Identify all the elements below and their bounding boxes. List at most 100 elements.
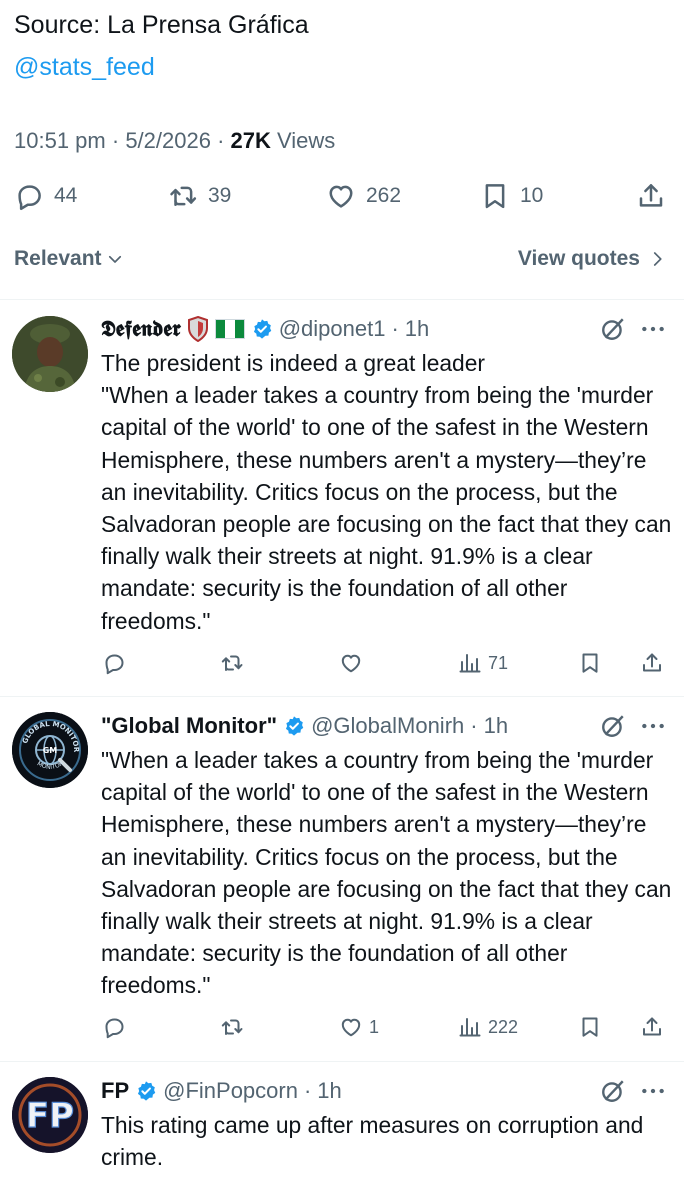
heart-icon xyxy=(341,1018,361,1037)
main-post: Source: La Prensa Gráfica @stats_feed 10… xyxy=(0,0,684,300)
author-name[interactable]: 𝕯𝖊𝖋𝖊𝖓𝖉𝖊𝖗 xyxy=(101,316,181,342)
verified-badge-icon xyxy=(138,1081,156,1101)
reply-action-bar: 1 222 xyxy=(0,1010,684,1044)
reply-icon xyxy=(105,654,124,675)
meta-separator: · xyxy=(217,128,225,153)
share-icon xyxy=(643,1017,661,1036)
reply-item[interactable]: FP FP @FinPopcorn · 1h This rating came … xyxy=(0,1062,684,1200)
reply-count: 44 xyxy=(54,184,78,207)
reply-button[interactable] xyxy=(102,1010,126,1044)
avatar-text-mid: GM xyxy=(43,746,58,755)
post-action-bar: 44 39 262 10 xyxy=(0,176,684,216)
more-options-icon[interactable] xyxy=(640,713,666,739)
share-icon xyxy=(643,653,661,672)
views-label: Views xyxy=(277,128,336,153)
author-name[interactable]: "Global Monitor" xyxy=(101,713,277,739)
like-count: 1 xyxy=(369,1016,380,1037)
sort-dropdown[interactable]: Relevant xyxy=(14,247,124,271)
reply-action-bar: 71 xyxy=(0,646,684,680)
reply-text: The president is indeed a great leader "… xyxy=(101,350,672,634)
like-button[interactable] xyxy=(339,646,369,680)
chevron-down-icon xyxy=(108,255,121,263)
author-handle[interactable]: @GlobalMonirh xyxy=(311,713,464,739)
heart-icon xyxy=(329,185,353,208)
view-quotes-link[interactable]: View quotes xyxy=(518,247,666,271)
share-button[interactable] xyxy=(640,646,664,680)
reply-filter-row: Relevant View quotes xyxy=(0,244,684,278)
views-button[interactable]: 71 xyxy=(458,646,508,680)
post-date[interactable]: 5/2/2026 xyxy=(125,128,211,153)
like-button[interactable]: 262 xyxy=(326,176,401,216)
reply-header: 𝕯𝖊𝖋𝖊𝖓𝖉𝖊𝖗 @diponet1 · 1h xyxy=(101,313,429,345)
view-quotes-label: View quotes xyxy=(517,247,640,270)
grok-icon[interactable] xyxy=(600,1078,626,1104)
analytics-icon xyxy=(459,1018,481,1037)
repost-button[interactable]: 39 xyxy=(168,176,231,216)
bookmark-button[interactable]: 10 xyxy=(480,176,543,216)
repost-count: 39 xyxy=(208,184,232,207)
bookmark-icon xyxy=(582,653,598,673)
repost-button[interactable] xyxy=(220,1010,244,1044)
header-separator: · xyxy=(391,316,399,341)
repost-button[interactable] xyxy=(220,646,244,680)
views-count: 222 xyxy=(488,1016,519,1037)
reply-button[interactable] xyxy=(102,646,126,680)
post-time[interactable]: 10:51 pm xyxy=(14,128,106,153)
fp-logo-icon: FP xyxy=(12,1077,88,1153)
views-count[interactable]: 27K xyxy=(231,128,271,153)
reply-text: "When a leader takes a country from bein… xyxy=(101,747,678,999)
meta-separator: · xyxy=(111,128,120,153)
bookmark-button[interactable] xyxy=(578,1010,602,1044)
bookmark-icon xyxy=(485,184,505,209)
share-icon xyxy=(639,184,663,207)
reply-text: This rating came up after measures on co… xyxy=(101,1112,650,1171)
repost-icon xyxy=(221,655,243,671)
reply-header: FP @FinPopcorn · 1h xyxy=(101,1075,342,1107)
like-button[interactable]: 1 xyxy=(339,1010,379,1044)
avatar-text: FP xyxy=(26,1096,74,1136)
author-handle[interactable]: @FinPopcorn xyxy=(163,1078,298,1104)
shield-emoji-icon xyxy=(187,316,208,342)
repost-icon xyxy=(221,1019,243,1035)
reply-time[interactable]: 1h xyxy=(317,1078,341,1104)
views-button[interactable]: 222 xyxy=(458,1010,518,1044)
source-text: Source: La Prensa Gráfica xyxy=(14,11,309,39)
sort-label: Relevant xyxy=(14,247,102,270)
globe-logo-icon: GLOBAL MONITOR GM MONITOR xyxy=(12,712,88,788)
avatar[interactable]: FP xyxy=(12,1077,88,1153)
author-handle[interactable]: @diponet1 xyxy=(279,316,386,342)
header-separator: · xyxy=(470,713,478,738)
nigeria-flag-icon xyxy=(214,319,245,339)
verified-badge-icon xyxy=(253,319,271,339)
reply-header: "Global Monitor" @GlobalMonirh · 1h xyxy=(101,710,508,742)
bookmark-icon xyxy=(582,1017,598,1037)
chevron-right-icon xyxy=(653,252,662,266)
heart-icon xyxy=(341,654,361,673)
reply-icon xyxy=(105,1018,124,1039)
repost-icon xyxy=(170,186,197,206)
soldier-avatar-icon xyxy=(12,316,88,392)
more-options-icon[interactable] xyxy=(640,316,666,342)
like-count: 262 xyxy=(366,184,402,207)
reply-item[interactable]: GLOBAL MONITOR GM MONITOR "Global Monito… xyxy=(0,697,684,1061)
share-button[interactable] xyxy=(636,176,666,216)
reply-time[interactable]: 1h xyxy=(484,713,508,739)
mention-link[interactable]: @stats_feed xyxy=(14,52,155,82)
bookmark-button[interactable] xyxy=(578,646,602,680)
more-options-icon[interactable] xyxy=(640,1078,666,1104)
author-name[interactable]: FP xyxy=(101,1078,129,1104)
avatar[interactable] xyxy=(12,316,88,392)
reply-item[interactable]: 𝕯𝖊𝖋𝖊𝖓𝖉𝖊𝖗 @diponet1 · 1h The president is… xyxy=(0,300,684,696)
reply-button[interactable]: 44 xyxy=(14,176,77,216)
bookmark-count: 10 xyxy=(520,184,544,207)
verified-badge-icon xyxy=(286,716,304,736)
reply-time[interactable]: 1h xyxy=(405,316,429,342)
grok-icon[interactable] xyxy=(600,713,626,739)
header-separator: · xyxy=(303,1078,312,1103)
views-count: 71 xyxy=(488,652,509,673)
reply-icon xyxy=(18,185,41,210)
share-button[interactable] xyxy=(640,1010,664,1044)
grok-icon[interactable] xyxy=(600,316,626,342)
analytics-icon xyxy=(459,654,481,673)
avatar[interactable]: GLOBAL MONITOR GM MONITOR xyxy=(12,712,88,788)
